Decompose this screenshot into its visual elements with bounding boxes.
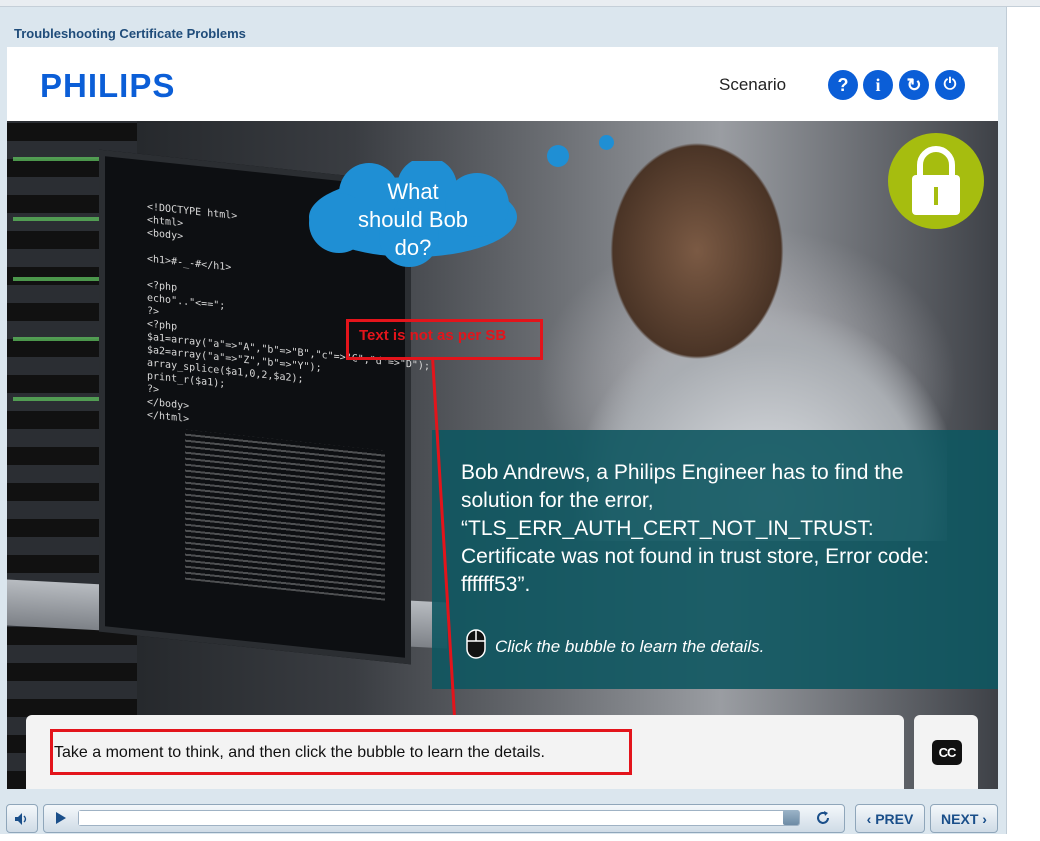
volume-button[interactable]: [6, 804, 38, 833]
scenario-info-box: Bob Andrews, a Philips Engineer has to f…: [432, 430, 998, 689]
section-label: Scenario: [719, 75, 787, 94]
play-icon: [56, 812, 66, 824]
help-button[interactable]: ?: [828, 70, 858, 100]
slide-header: PHILIPS Scenario ? i ↻ ⏻: [7, 47, 998, 121]
thought-bubble[interactable]: What should Bob do?: [299, 161, 527, 267]
hint-text: Click the bubble to learn the details.: [495, 637, 765, 656]
bubble-dot-large: [547, 145, 569, 167]
progress-fill: [79, 811, 785, 825]
course-title: Troubleshooting Certificate Problems: [14, 26, 246, 41]
replay-slide-button[interactable]: [814, 809, 832, 832]
window-top-strip: [0, 0, 1040, 7]
prev-button[interactable]: ‹ PREV: [855, 804, 925, 833]
replay-button[interactable]: ↻: [899, 70, 929, 100]
annotation-box-caption: [50, 729, 632, 775]
bubble-text: What should Bob do?: [357, 179, 469, 260]
bubble-dot-small: [599, 135, 614, 150]
course-player: Troubleshooting Certificate Problems PHI…: [0, 7, 1007, 834]
slide-stage: <!DOCTYPE html> <html> <body> <h1>#-_-#<…: [7, 121, 998, 789]
progress-track[interactable]: [78, 810, 800, 826]
lock-icon: [888, 133, 984, 229]
annotation-text: Text is not as per SB: [359, 327, 507, 344]
progress-bar-container: [43, 804, 845, 833]
info-button[interactable]: i: [863, 70, 893, 100]
cc-panel: CC: [914, 715, 978, 789]
next-button[interactable]: NEXT ›: [930, 804, 998, 833]
mouse-icon: [465, 628, 487, 660]
philips-logo: PHILIPS: [40, 67, 176, 104]
progress-thumb[interactable]: [783, 810, 799, 825]
closed-caption-button[interactable]: CC: [932, 740, 962, 765]
scenario-text: Bob Andrews, a Philips Engineer has to f…: [461, 461, 930, 596]
playback-controls: ‹ PREV NEXT ›: [0, 797, 1006, 841]
exit-button[interactable]: ⏻: [935, 70, 965, 100]
binary-text-image: [185, 429, 385, 601]
play-button[interactable]: [54, 811, 68, 830]
refresh-icon: [817, 811, 829, 824]
speaker-icon: [15, 812, 27, 825]
